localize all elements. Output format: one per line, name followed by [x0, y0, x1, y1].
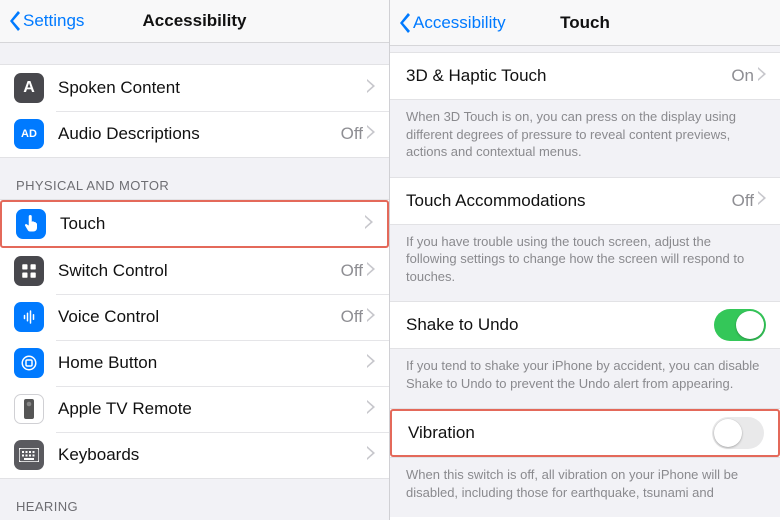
group-vibration: Vibration: [390, 408, 780, 458]
group-3d-touch: 3D & Haptic Touch On: [390, 52, 780, 100]
row-label: Keyboards: [58, 445, 367, 465]
row-value: Off: [341, 124, 363, 144]
chevron-right-icon: [367, 400, 375, 419]
back-label: Settings: [23, 11, 84, 31]
navbar-left: Settings Accessibility: [0, 0, 389, 43]
keyboards-icon: [14, 440, 44, 470]
accessibility-screen: Settings Accessibility A Spoken Content …: [0, 0, 390, 520]
row-label: 3D & Haptic Touch: [406, 66, 731, 86]
chevron-right-icon: [758, 191, 766, 210]
group-shake: Shake to Undo: [390, 301, 780, 349]
row-label: Shake to Undo: [406, 315, 714, 335]
back-to-settings[interactable]: Settings: [8, 11, 84, 31]
chevron-right-icon: [367, 308, 375, 327]
row-label: Audio Descriptions: [58, 124, 341, 144]
chevron-left-icon: [8, 11, 20, 31]
row-label: Vibration: [408, 423, 712, 443]
group-physical: Touch Switch Control Off Voice Control O…: [0, 199, 389, 479]
chevron-right-icon: [367, 354, 375, 373]
spacer: [0, 43, 389, 65]
voice-control-icon: [14, 302, 44, 332]
vibration-switch[interactable]: [712, 417, 764, 449]
a-icon: A: [14, 73, 44, 103]
row-shake-to-undo[interactable]: Shake to Undo: [390, 302, 780, 348]
row-switch-control[interactable]: Switch Control Off: [0, 248, 389, 294]
chevron-right-icon: [367, 79, 375, 98]
apple-tv-remote-icon: [14, 394, 44, 424]
chevron-right-icon: [367, 125, 375, 144]
row-touch-accommodations[interactable]: Touch Accommodations Off: [390, 178, 780, 224]
back-to-accessibility[interactable]: Accessibility: [398, 13, 506, 33]
chevron-right-icon: [365, 215, 373, 234]
home-button-icon: [14, 348, 44, 378]
row-label: Spoken Content: [58, 78, 367, 98]
row-label: Switch Control: [58, 261, 341, 281]
footer-shake: If you tend to shake your iPhone by acci…: [390, 349, 780, 408]
row-value: Off: [341, 261, 363, 281]
chevron-right-icon: [367, 262, 375, 281]
row-value: Off: [341, 307, 363, 327]
footer-3d-touch: When 3D Touch is on, you can press on th…: [390, 100, 780, 177]
row-3d-haptic-touch[interactable]: 3D & Haptic Touch On: [390, 53, 780, 99]
footer-touch-accommodations: If you have trouble using the touch scre…: [390, 225, 780, 302]
row-vibration[interactable]: Vibration: [390, 409, 780, 457]
section-hearing-header: HEARING: [0, 479, 389, 520]
row-keyboards[interactable]: Keyboards: [0, 432, 389, 478]
footer-vibration: When this switch is off, all vibration o…: [390, 458, 780, 517]
ad-icon: AD: [14, 119, 44, 149]
section-physical-header: PHYSICAL AND MOTOR: [0, 158, 389, 199]
group-spoken: A Spoken Content AD Audio Descriptions O…: [0, 65, 389, 158]
row-voice-control[interactable]: Voice Control Off: [0, 294, 389, 340]
row-apple-tv-remote[interactable]: Apple TV Remote: [0, 386, 389, 432]
row-label: Voice Control: [58, 307, 341, 327]
shake-to-undo-switch[interactable]: [714, 309, 766, 341]
touch-screen: Accessibility Touch 3D & Haptic Touch On…: [390, 0, 780, 520]
chevron-right-icon: [758, 67, 766, 86]
group-touch-accommodations: Touch Accommodations Off: [390, 177, 780, 225]
row-spoken-content[interactable]: A Spoken Content: [0, 65, 389, 111]
row-audio-descriptions[interactable]: AD Audio Descriptions Off: [0, 111, 389, 157]
row-label: Touch Accommodations: [406, 191, 732, 211]
navbar-right: Accessibility Touch: [390, 0, 780, 46]
chevron-left-icon: [398, 13, 410, 33]
row-touch[interactable]: Touch: [0, 200, 389, 248]
back-label: Accessibility: [413, 13, 506, 33]
row-label: Touch: [60, 214, 365, 234]
chevron-right-icon: [367, 446, 375, 465]
row-home-button[interactable]: Home Button: [0, 340, 389, 386]
row-value: Off: [732, 191, 754, 211]
row-label: Apple TV Remote: [58, 399, 367, 419]
switch-control-icon: [14, 256, 44, 286]
touch-icon: [16, 209, 46, 239]
row-label: Home Button: [58, 353, 367, 373]
row-value: On: [731, 66, 754, 86]
